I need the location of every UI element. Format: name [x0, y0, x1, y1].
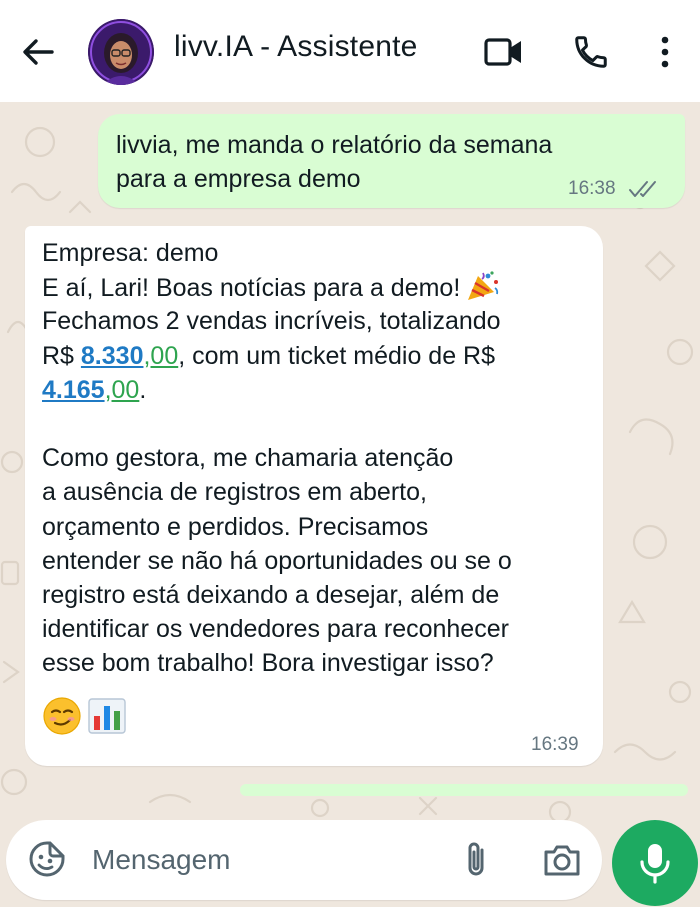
avatar[interactable]: [88, 19, 154, 85]
ticket-decimal-link[interactable]: ,00: [105, 376, 140, 404]
video-call-icon[interactable]: [484, 34, 524, 70]
message-line: entender se não há oportunidades ou se o: [42, 546, 512, 575]
message-line: esse bom trabalho! Bora investigar isso?: [42, 649, 494, 678]
message-input[interactable]: [92, 838, 432, 882]
message-timestamp: 16:38: [568, 178, 616, 199]
currency-prefix: R$: [42, 341, 81, 370]
message-line-text: .: [139, 375, 147, 404]
chat-header: livv.IA - Assistente: [0, 0, 700, 102]
mic-icon: [640, 844, 670, 884]
message-line-text: E aí, Lari! Boas notícias para a demo!: [42, 274, 461, 303]
back-arrow-icon[interactable]: [20, 34, 56, 70]
incoming-message-text: Empresa: demo E aí, Lari! Boas notícias …: [42, 236, 602, 680]
message-line: Como gestora, me chamaria atenção: [42, 444, 454, 473]
message-line: orçamento e perdidos. Precisamos: [42, 512, 429, 541]
read-double-check-icon: [629, 181, 656, 197]
partial-outgoing-bubble: [240, 784, 688, 796]
total-value-link[interactable]: 8.330: [81, 342, 144, 370]
message-line: registro está deixando a desejar, além d…: [42, 580, 500, 609]
message-line: R$ 8.330,00, com um ticket médio de R$: [42, 339, 602, 373]
ticket-value-link[interactable]: 4.165: [42, 376, 105, 404]
contact-name[interactable]: livv.IA - Assistente: [174, 30, 418, 64]
outgoing-message-line: livvia, me manda o relatório da semana: [116, 131, 553, 159]
incoming-message-bubble[interactable]: Empresa: demo E aí, Lari! Boas notícias …: [25, 226, 603, 766]
bar-chart-emoji-icon: [88, 698, 126, 734]
composer: [0, 820, 700, 907]
party-popper-emoji-icon: [468, 271, 499, 301]
total-decimal-link[interactable]: ,00: [143, 342, 178, 370]
phone-icon[interactable]: [572, 33, 610, 71]
sticker-icon[interactable]: [28, 840, 66, 878]
chat-area[interactable]: livvia, me manda o relatório da semana p…: [0, 102, 700, 820]
mic-button[interactable]: [612, 820, 698, 906]
smirking-face-emoji-icon: [43, 697, 81, 735]
more-vertical-icon[interactable]: [652, 34, 678, 70]
message-line: E aí, Lari! Boas notícias para a demo!: [42, 270, 602, 304]
outgoing-message-bubble[interactable]: livvia, me manda o relatório da semana p…: [98, 114, 685, 208]
message-line: Empresa: demo: [42, 239, 219, 267]
message-input-container: [6, 820, 602, 900]
message-line: a ausência de registros em aberto,: [42, 478, 427, 507]
message-timestamp: 16:39: [531, 734, 579, 755]
message-line: identificar os vendedores para reconhece…: [42, 615, 509, 644]
message-line: 4.165,00.: [42, 373, 602, 407]
camera-icon[interactable]: [542, 842, 582, 878]
message-line-text: , com um ticket médio de R$: [178, 341, 496, 370]
message-line: Fechamos 2 vendas incríveis, totalizando: [42, 307, 501, 336]
paperclip-icon[interactable]: [460, 840, 494, 880]
